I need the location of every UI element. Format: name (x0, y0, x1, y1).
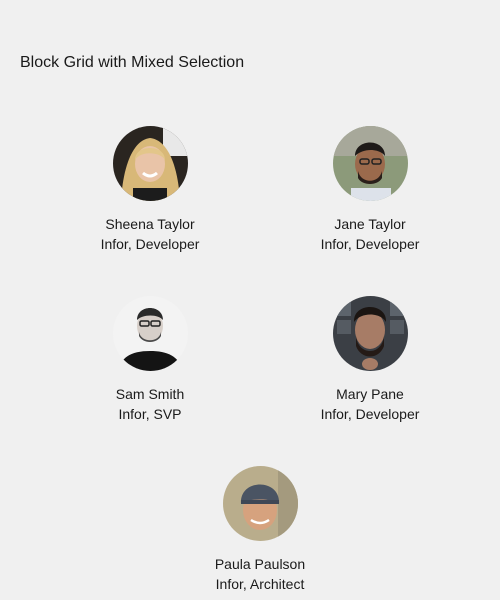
person-photo-icon (332, 296, 408, 371)
block-item-paula-paulson[interactable]: Paula Paulson Infor, Architect (170, 466, 350, 594)
person-photo-icon (112, 126, 188, 201)
block-role: Infor, Architect (215, 576, 305, 592)
person-photo-icon (112, 296, 188, 371)
avatar (222, 466, 298, 541)
block-role: Infor, SVP (118, 406, 182, 422)
avatar (332, 126, 408, 201)
block-name: Mary Pane (336, 386, 404, 402)
person-photo-icon (332, 126, 408, 201)
block-role: Infor, Developer (320, 236, 420, 252)
block-item-mary-pane[interactable]: Mary Pane Infor, Developer (280, 296, 460, 424)
person-photo-icon (222, 466, 298, 541)
block-name: Sam Smith (115, 386, 185, 402)
block-name: Paula Paulson (214, 556, 306, 572)
block-role: Infor, Developer (320, 406, 420, 422)
block-name: Jane Taylor (334, 216, 406, 232)
block-item-sam-smith[interactable]: Sam Smith Infor, SVP (60, 296, 240, 424)
page-title: Block Grid with Mixed Selection (20, 54, 245, 71)
block-role: Infor, Developer (100, 236, 200, 252)
avatar (112, 126, 188, 201)
avatar (112, 296, 188, 371)
block-item-jane-taylor[interactable]: Jane Taylor Infor, Developer (280, 126, 460, 254)
block-grid-page: Block Grid with Mixed Selection Sheena T… (0, 0, 500, 600)
block-item-sheena-taylor[interactable]: Sheena Taylor Infor, Developer (60, 126, 240, 254)
block-name: Sheena Taylor (105, 216, 195, 232)
avatar (332, 296, 408, 371)
